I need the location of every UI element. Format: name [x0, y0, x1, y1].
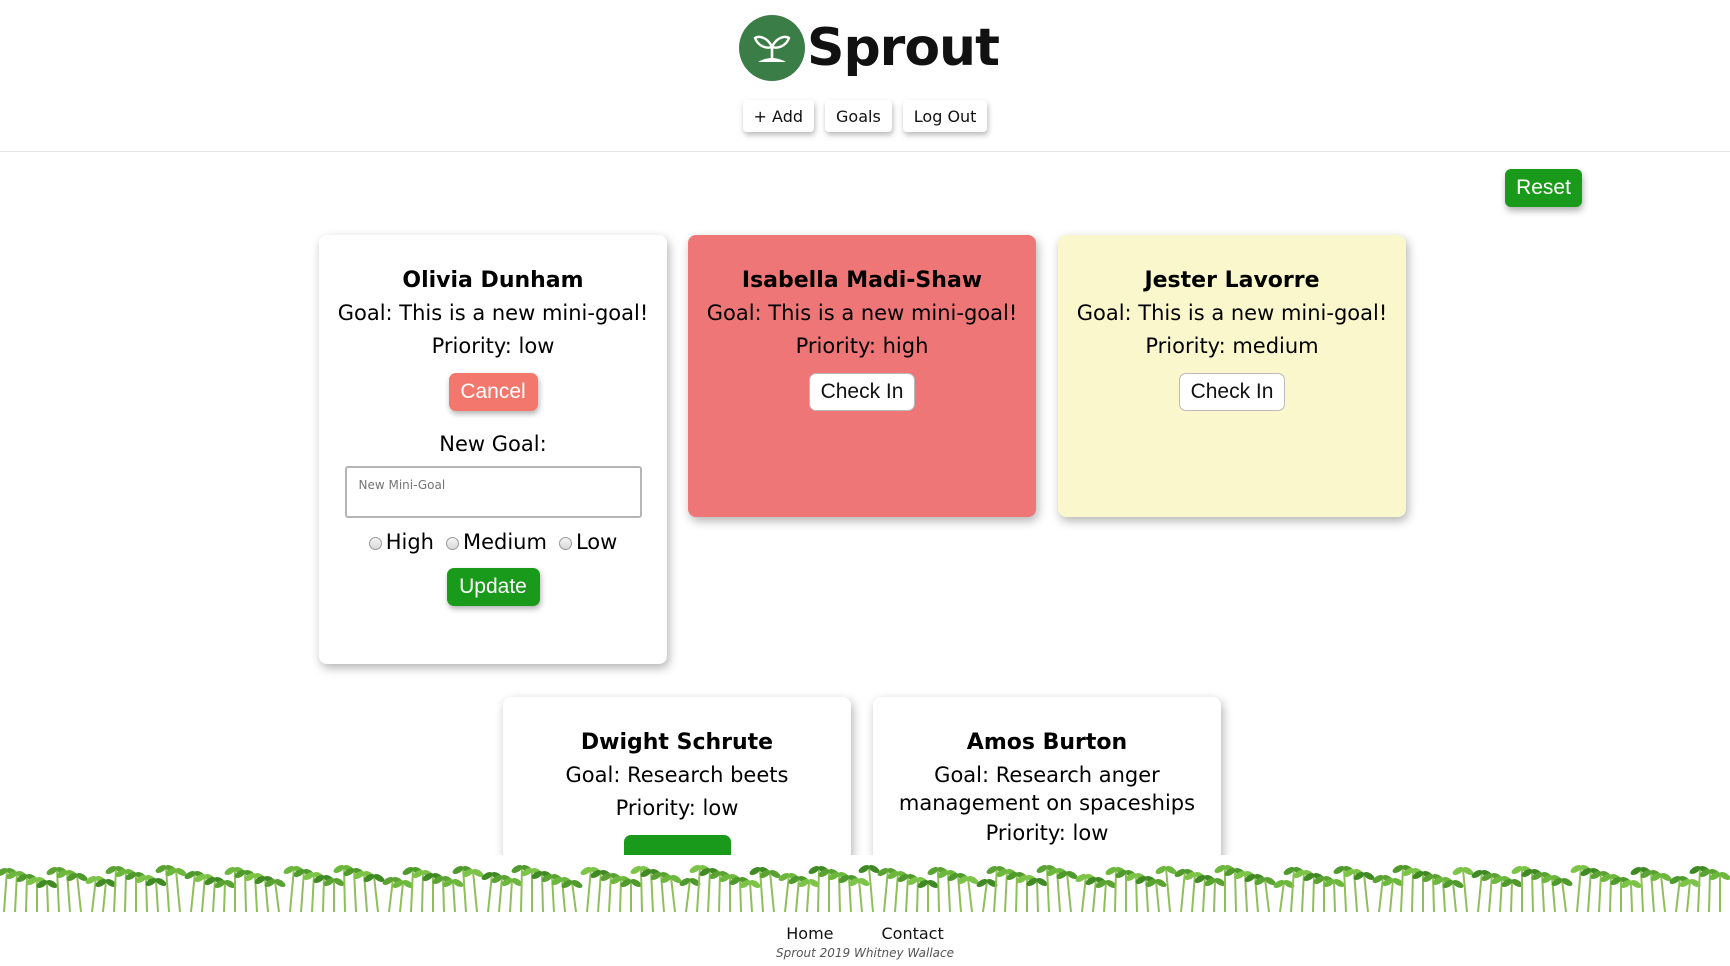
card-priority: Priority: high: [795, 334, 929, 358]
card-goal: Goal: This is a new mini-goal!: [1076, 301, 1388, 325]
radio-medium-label: Medium: [462, 530, 547, 554]
site-footer: Home Contact Sprout 2019 Whitney Wallace: [0, 912, 1730, 966]
logout-button[interactable]: Log Out: [902, 100, 988, 132]
card-name: Isabella Madi-Shaw: [741, 268, 983, 293]
reset-button[interactable]: Reset: [1505, 169, 1582, 207]
footer-copyright: Sprout 2019 Whitney Wallace: [776, 946, 954, 960]
goals-button[interactable]: Goals: [825, 100, 892, 132]
goal-card: Isabella Madi-Shaw Goal: This is a new m…: [688, 235, 1036, 517]
priority-low-option[interactable]: Low: [558, 530, 618, 554]
priority-high-option[interactable]: High: [368, 530, 434, 554]
radio-medium[interactable]: [445, 537, 459, 550]
card-name: Amos Burton: [966, 730, 1128, 755]
card-name: Jester Lavorre: [1144, 268, 1320, 293]
logo[interactable]: Sprout: [739, 14, 1000, 82]
card-priority: Priority: medium: [1145, 334, 1319, 358]
check-in-button[interactable]: Check In: [1178, 373, 1286, 411]
update-button[interactable]: Update: [446, 568, 540, 606]
priority-medium-option[interactable]: Medium: [445, 530, 547, 554]
new-goal-input[interactable]: [344, 466, 642, 518]
site-header: Sprout + Add Goals Log Out: [0, 0, 1730, 152]
goal-card: Jester Lavorre Goal: This is a new mini-…: [1058, 235, 1406, 517]
priority-radio-group: High Medium Low: [319, 530, 667, 554]
card-priority: Priority: low: [615, 796, 739, 820]
radio-high[interactable]: [368, 537, 382, 550]
card-priority: Priority: low: [431, 334, 555, 358]
radio-high-label: High: [385, 530, 434, 554]
card-goal: Goal: This is a new mini-goal!: [337, 301, 649, 325]
card-name: Dwight Schrute: [580, 730, 774, 755]
new-goal-label: New Goal:: [439, 432, 547, 456]
app-name: Sprout: [807, 18, 1000, 78]
grass-decoration: [0, 855, 1730, 912]
check-in-button[interactable]: Check In: [808, 373, 916, 411]
goal-card: Olivia Dunham Goal: This is a new mini-g…: [319, 235, 667, 664]
footer-contact-link[interactable]: Contact: [882, 924, 944, 943]
card-priority: Priority: low: [985, 821, 1109, 845]
add-button[interactable]: + Add: [742, 100, 814, 132]
seedling-icon: [739, 15, 805, 81]
card-name: Olivia Dunham: [402, 268, 584, 293]
cancel-button[interactable]: Cancel: [448, 373, 538, 411]
card-goal: Goal: This is a new mini-goal!: [706, 301, 1018, 325]
radio-low-label: Low: [575, 530, 618, 554]
card-goal: Goal: Research anger management on space…: [898, 763, 1196, 815]
footer-home-link[interactable]: Home: [786, 924, 833, 943]
radio-low[interactable]: [558, 537, 572, 550]
main-nav: + Add Goals Log Out: [0, 100, 1730, 132]
card-goal: Goal: Research beets: [565, 763, 789, 787]
